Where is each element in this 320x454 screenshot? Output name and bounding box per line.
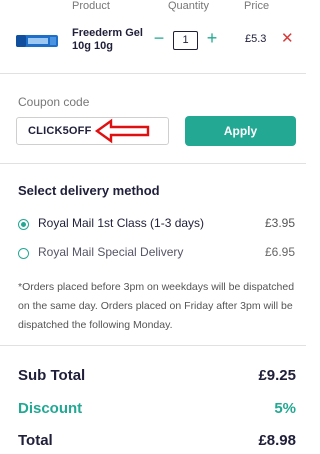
product-thumbnail bbox=[16, 35, 58, 47]
quantity-increase-button[interactable]: + bbox=[204, 28, 220, 48]
quantity-input[interactable]: 1 bbox=[173, 31, 198, 50]
divider bbox=[0, 345, 306, 346]
remove-item-icon[interactable]: ✕ bbox=[281, 29, 294, 47]
column-header-quantity: Quantity bbox=[168, 0, 209, 12]
delivery-option-label-first-class[interactable]: Royal Mail 1st Class (1-3 days) bbox=[38, 216, 204, 230]
delivery-option-price-first-class: £3.95 bbox=[265, 216, 296, 230]
delivery-section-title: Select delivery method bbox=[18, 183, 160, 198]
column-header-product: Product bbox=[72, 0, 110, 12]
total-value: £8.98 bbox=[258, 432, 296, 449]
apply-coupon-button[interactable]: Apply bbox=[185, 116, 296, 146]
coupon-label: Coupon code bbox=[18, 95, 90, 109]
discount-value: 5% bbox=[274, 400, 296, 417]
item-price: £5.3 bbox=[245, 33, 267, 45]
red-arrow-annotation-icon bbox=[94, 118, 150, 144]
divider bbox=[0, 73, 306, 74]
dispatch-note: *Orders placed before 3pm on weekdays wi… bbox=[18, 281, 295, 331]
subtotal-value: £9.25 bbox=[258, 367, 296, 384]
discount-label: Discount bbox=[18, 400, 83, 417]
subtotal-label: Sub Total bbox=[18, 367, 86, 384]
delivery-option-radio-first-class[interactable] bbox=[18, 219, 29, 230]
delivery-option-radio-special-delivery[interactable] bbox=[18, 248, 29, 259]
total-label: Total bbox=[18, 432, 53, 449]
product-name: Freederm Gel 10g 10g bbox=[72, 27, 143, 52]
delivery-option-label-special-delivery[interactable]: Royal Mail Special Delivery bbox=[38, 245, 183, 259]
delivery-option-price-special-delivery: £6.95 bbox=[265, 245, 296, 259]
coupon-input-value: CLICK5OFF bbox=[28, 125, 92, 137]
column-header-price: Price bbox=[244, 0, 270, 12]
divider bbox=[0, 163, 306, 164]
quantity-decrease-button[interactable]: − bbox=[151, 28, 167, 48]
